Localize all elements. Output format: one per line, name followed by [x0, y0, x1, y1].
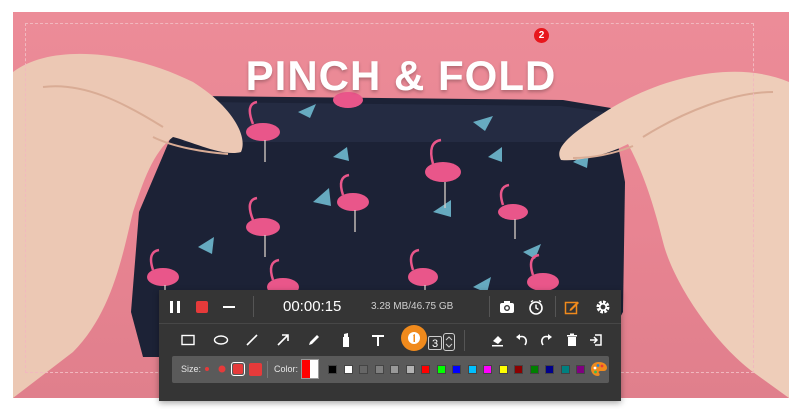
color-swatch[interactable] — [467, 365, 477, 374]
color-swatch[interactable] — [374, 365, 384, 374]
timer-icon — [529, 299, 543, 315]
color-swatch[interactable] — [514, 365, 523, 374]
color-swatch[interactable] — [359, 365, 368, 374]
settings-icon — [596, 300, 610, 314]
size-dot-icon — [218, 365, 226, 373]
color-swatch[interactable] — [545, 365, 554, 374]
color-swatch[interactable] — [560, 365, 570, 374]
undo-button[interactable] — [513, 331, 531, 349]
step-number-badge[interactable]: 2 — [534, 28, 549, 43]
ellipse-icon — [213, 335, 229, 345]
size-dot-icon — [205, 367, 209, 371]
screenshot-button[interactable] — [496, 296, 518, 318]
eraser-icon — [492, 336, 503, 347]
arrow-icon — [277, 334, 289, 346]
color-label: Color: — [274, 364, 299, 374]
step-number-tool[interactable] — [401, 325, 427, 351]
color-swatch[interactable] — [529, 365, 539, 374]
recording-controls-row: 00:00:15 3.28 MB/46.75 GB — [159, 290, 621, 324]
step-number-value: 3 — [428, 336, 442, 350]
pause-icon — [170, 301, 180, 313]
delete-button[interactable] — [563, 331, 581, 349]
highlighter-icon — [343, 333, 349, 347]
style-options-row: Size: Color: — [172, 356, 609, 383]
size-option-xlarge[interactable] — [248, 362, 262, 376]
size-square-icon — [248, 362, 262, 376]
eraser-tool[interactable] — [488, 331, 506, 349]
exit-annotation-button[interactable] — [587, 331, 605, 349]
recording-timer: 00:00:15 — [283, 298, 342, 315]
step-number-stepper[interactable] — [443, 333, 455, 351]
edit-annotation-button[interactable] — [561, 296, 583, 318]
file-size-status: 3.28 MB/46.75 GB — [371, 301, 454, 312]
highlighter-tool[interactable] — [337, 331, 355, 349]
stop-button[interactable] — [192, 297, 212, 317]
arrow-tool[interactable] — [274, 331, 292, 349]
text-icon — [372, 335, 384, 346]
line-tool[interactable] — [243, 331, 261, 349]
size-label: Size: — [181, 364, 202, 374]
pen-icon — [309, 335, 319, 345]
redo-icon — [541, 334, 552, 346]
redo-button[interactable] — [537, 331, 555, 349]
text-tool[interactable] — [368, 331, 388, 349]
rectangle-tool[interactable] — [179, 331, 197, 349]
ellipse-tool[interactable] — [212, 331, 230, 349]
line-icon — [246, 334, 258, 346]
color-swatch[interactable] — [452, 365, 461, 374]
custom-color-button[interactable] — [590, 360, 608, 378]
step-number-icon — [408, 332, 420, 344]
recording-toolbar: 00:00:15 3.28 MB/46.75 GB 3 Size: Color: — [159, 290, 621, 401]
size-square-icon — [233, 364, 243, 374]
size-option-medium[interactable] — [216, 363, 228, 375]
pause-button[interactable] — [165, 297, 185, 317]
schedule-button[interactable] — [525, 296, 547, 318]
color-swatch[interactable] — [421, 365, 430, 374]
size-option-small[interactable] — [202, 364, 212, 374]
undo-icon — [516, 334, 527, 346]
size-option-large[interactable] — [231, 362, 245, 376]
camera-icon — [500, 301, 514, 313]
pen-tool[interactable] — [305, 331, 323, 349]
minimize-icon — [223, 306, 235, 308]
current-color-indicator[interactable] — [301, 359, 319, 379]
minimize-button[interactable] — [219, 297, 239, 317]
video-title-text: PINCH & FOLD — [245, 52, 557, 99]
color-swatch[interactable] — [343, 365, 353, 374]
settings-button[interactable] — [592, 296, 614, 318]
color-swatch[interactable] — [328, 365, 337, 374]
color-swatch[interactable] — [498, 365, 508, 374]
edit-icon — [564, 301, 579, 315]
exit-icon — [590, 334, 602, 346]
color-swatch[interactable] — [576, 365, 585, 374]
trash-icon — [567, 333, 577, 346]
color-swatch[interactable] — [436, 365, 446, 374]
palette-icon — [591, 362, 607, 376]
color-swatch[interactable] — [483, 365, 492, 374]
stop-icon — [196, 301, 208, 313]
stepper-arrows-icon — [445, 336, 453, 348]
color-swatch[interactable] — [390, 365, 399, 374]
color-swatch[interactable] — [405, 365, 415, 374]
rectangle-icon — [181, 334, 195, 346]
